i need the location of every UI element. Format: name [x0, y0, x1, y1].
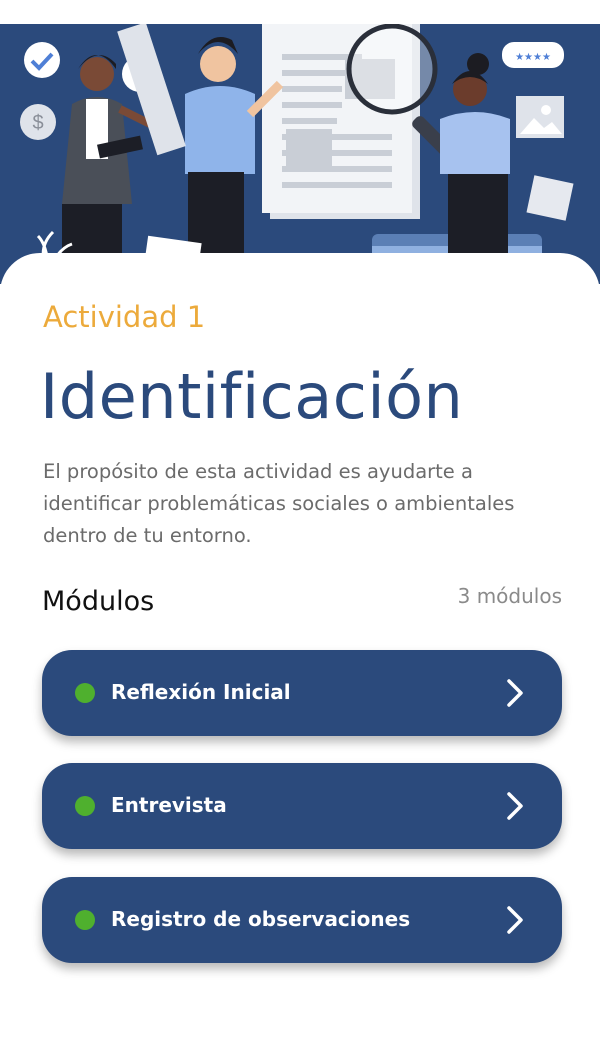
module-button-registro-observaciones[interactable]: Registro de observaciones — [42, 877, 562, 963]
image-card-icon — [516, 96, 564, 138]
svg-text:$: $ — [32, 112, 43, 134]
status-dot-icon — [75, 796, 95, 816]
status-dot-icon — [75, 910, 95, 930]
module-label: Reflexión Inicial — [111, 680, 291, 704]
modules-heading: Módulos — [42, 586, 155, 617]
chevron-right-icon — [507, 906, 523, 934]
chevron-right-icon — [507, 792, 523, 820]
status-dot-icon — [75, 683, 95, 703]
module-label: Entrevista — [111, 793, 227, 817]
team-research-illustration: $ $ ★★★★ — [20, 24, 574, 284]
svg-text:★★★★: ★★★★ — [515, 52, 551, 63]
modules-count: 3 módulos — [457, 584, 562, 608]
page-title: Identificación — [40, 360, 464, 433]
chevron-right-icon — [507, 679, 523, 707]
person-woman-thinking — [440, 53, 510, 284]
hero-illustration: $ $ ★★★★ — [0, 24, 600, 284]
module-label: Registro de observaciones — [111, 907, 411, 931]
module-button-entrevista[interactable]: Entrevista — [42, 763, 562, 849]
activity-label: Actividad 1 — [43, 300, 206, 334]
check-bubble-icon — [24, 42, 60, 78]
activity-description: El propósito de esta actividad es ayudar… — [43, 460, 515, 547]
module-button-reflexion-inicial[interactable]: Reflexión Inicial — [42, 650, 562, 736]
rating-bubble-icon: ★★★★ — [502, 42, 564, 68]
